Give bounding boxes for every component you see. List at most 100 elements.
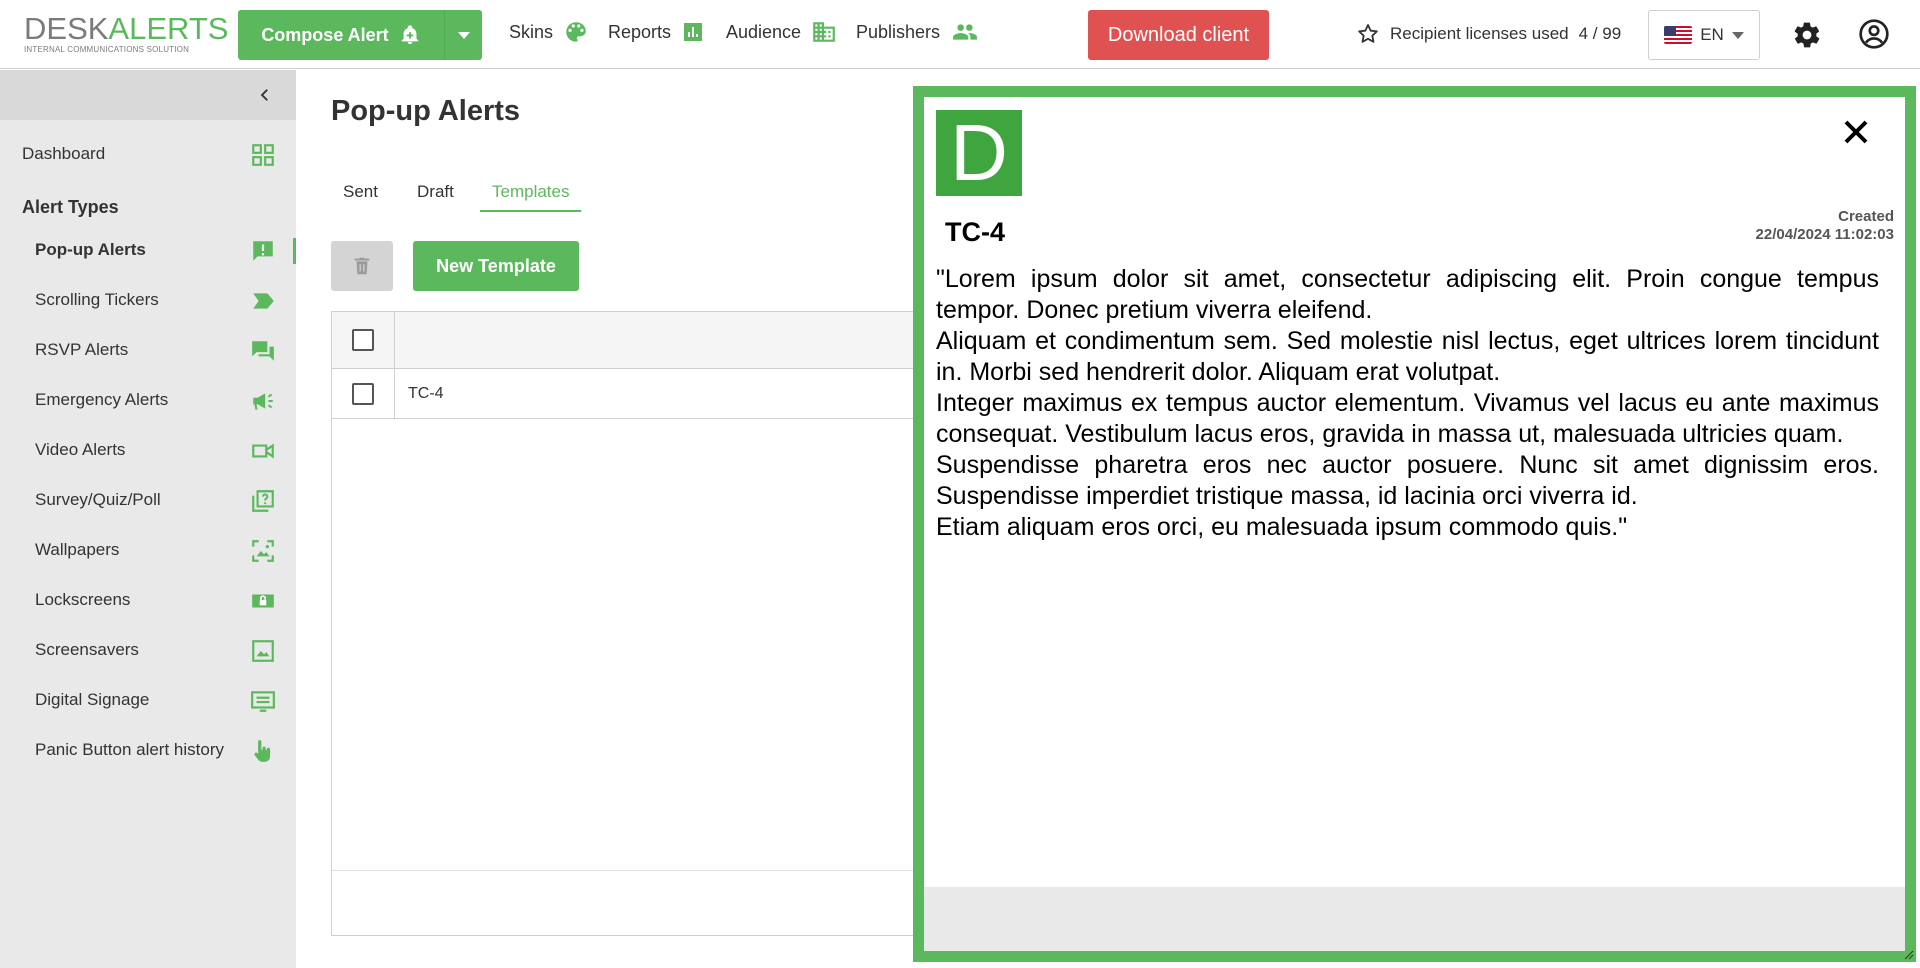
language-selector[interactable]: EN [1648,10,1760,60]
created-info: Created 22/04/2024 11:02:03 [1756,208,1894,244]
sidebar-item-survey-quiz-poll[interactable]: Survey/Quiz/Poll [0,480,296,520]
compose-alert-button-group: Compose Alert [238,10,482,60]
image-icon [252,640,274,662]
body-paragraph: Integer maximus ex tempus auctor element… [936,389,1879,448]
sidebar-item-dashboard[interactable]: Dashboard [0,134,296,174]
people-icon [953,24,977,40]
close-icon[interactable] [1841,117,1871,147]
top-bar: DESKALERTS INTERNAL COMMUNICATIONS SOLUT… [0,0,1920,69]
nav-skins-label: Skins [509,21,554,42]
template-name[interactable]: TC-4 [408,385,444,403]
resize-handle-icon[interactable] [1902,948,1914,960]
gear-icon[interactable] [1792,20,1822,50]
sidebar-item-lockscreens[interactable]: Lockscreens [0,580,296,620]
row-checkbox[interactable] [352,382,374,405]
logo-tagline: INTERNAL COMMUNICATIONS SOLUTION [24,45,190,54]
video-camera-icon [252,443,274,459]
nav-reports[interactable]: Reports [608,19,705,45]
sidebar-item-rsvp-alerts[interactable]: RSVP Alerts [0,330,296,370]
lock-icon [252,594,274,608]
chevron-down-icon [1731,31,1744,39]
preview-body: "Lorem ipsum dolor sit amet, consectetur… [936,264,1879,543]
compose-dropdown-toggle[interactable] [445,10,482,60]
bar-chart-icon [684,23,703,41]
sidebar-item-label: Video Alerts [35,440,126,459]
preview-title: TC-4 [945,217,1005,247]
sidebar-item-scrolling-tickers[interactable]: Scrolling Tickers [0,280,296,320]
sidebar-item-label: Emergency Alerts [35,390,169,409]
nav-publishers-label: Publishers [856,21,941,42]
sidebar-item-label: Pop-up Alerts [35,240,146,259]
megaphone-icon [253,393,273,410]
sidebar-item-label: Survey/Quiz/Poll [35,490,161,509]
question-icon [252,490,274,512]
compose-alert-button[interactable]: Compose Alert [238,10,445,60]
nav-audience-label: Audience [726,21,802,42]
star-outline-icon [1358,24,1378,43]
sidebar-item-label: Lockscreens [35,590,131,609]
palette-icon [566,22,586,42]
tab-templates[interactable]: Templates [480,182,582,212]
licenses-value: 4 / 99 [1578,24,1622,43]
us-flag-icon [1664,26,1693,44]
tab-sent[interactable]: Sent [331,182,390,210]
created-value: 22/04/2024 11:02:03 [1755,226,1894,243]
logo-badge: D [936,110,1022,196]
sidebar-item-label: Scrolling Tickers [35,290,159,309]
chevron-down-icon [457,31,470,39]
body-paragraph: Suspendisse pharetra eros nec auctor pos… [936,451,1879,510]
sidebar-item-popup-alerts[interactable]: Pop-up Alerts [0,230,296,270]
ticker-icon [253,293,274,309]
deskalerts-logo[interactable]: DESKALERTS INTERNAL COMMUNICATIONS SOLUT… [24,11,228,55]
sidebar-item-emergency-alerts[interactable]: Emergency Alerts [0,380,296,420]
logo-desk-text: DESK [24,11,109,46]
new-template-button[interactable]: New Template [413,241,579,291]
chat-bubbles-icon [252,341,274,361]
download-client-button[interactable]: Download client [1088,10,1269,60]
sidebar: Dashboard Alert Types Pop-up Alerts Scro… [0,70,296,968]
sidebar-item-wallpapers[interactable]: Wallpapers [0,530,296,570]
sidebar-item-video-alerts[interactable]: Video Alerts [0,430,296,470]
chevron-left-icon[interactable] [256,86,274,104]
sidebar-section-title: Alert Types [22,197,119,217]
nav-audience[interactable]: Audience [726,19,837,45]
page-title: Pop-up Alerts [331,95,521,127]
recipient-licenses[interactable]: Recipient licenses used 4 / 99 [1356,21,1621,47]
nav-reports-label: Reports [608,21,672,42]
licenses-label: Recipient licenses used [1390,24,1569,43]
tab-draft[interactable]: Draft [405,182,466,210]
sidebar-item-panic-button-history[interactable]: Panic Button alert history [0,730,296,770]
trash-icon [354,257,370,275]
select-all-cell [332,312,395,368]
nav-publishers[interactable]: Publishers [856,19,980,45]
alert-preview-window: D TC-4 Created 22/04/2024 11:02:03 "Lore… [913,86,1916,962]
sidebar-item-digital-signage[interactable]: Digital Signage [0,680,296,720]
sidebar-item-label: Digital Signage [35,690,150,709]
signage-icon [251,691,275,712]
created-label: Created [1838,208,1894,225]
wallpaper-icon [252,540,274,562]
exclamation-bubble-icon [253,241,273,261]
body-paragraph: Aliquam et condimentum sem. Sed molestie… [936,327,1879,386]
user-account-icon[interactable] [1858,18,1890,50]
sidebar-item-label: Panic Button alert history [35,740,224,759]
sidebar-item-label: Wallpapers [35,540,120,559]
sidebar-item-label: Screensavers [35,640,139,659]
compose-alert-label: Compose Alert [261,24,389,45]
hand-pointer-icon [254,740,271,762]
body-paragraph: Etiam aliquam eros orci, eu malesuada ip… [936,513,1628,541]
logo-alerts-text: ALERTS [108,11,229,46]
bell-plus-icon [401,25,418,45]
dashboard-grid-icon [252,144,274,166]
language-value: EN [1700,25,1724,44]
sidebar-item-label: RSVP Alerts [35,340,129,359]
select-all-checkbox[interactable] [352,329,374,351]
building-icon [813,22,835,42]
row-check-cell [332,369,395,418]
nav-skins[interactable]: Skins [509,19,589,45]
sidebar-item-screensavers[interactable]: Screensavers [0,630,296,670]
delete-button[interactable] [331,241,393,291]
preview-footer [924,887,1905,951]
body-paragraph: "Lorem ipsum dolor sit amet, consectetur… [936,265,1879,324]
sidebar-collapse-bar[interactable] [0,70,296,120]
